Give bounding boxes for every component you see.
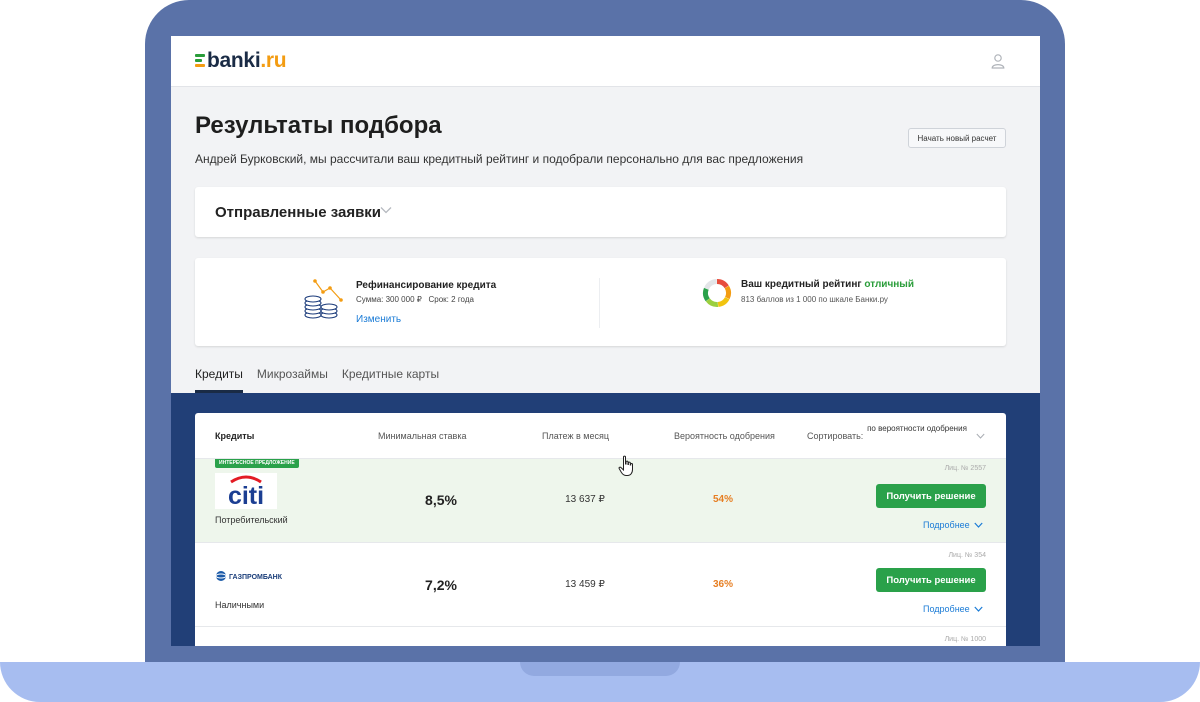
banki-logo[interactable]: banki.ru [195, 49, 287, 72]
summary-card: Рефинансирование кредита Сумма: 300 000 … [195, 258, 1006, 346]
rating-arc-segment [724, 285, 731, 300]
sent-applications-title: Отправленные заявки [215, 204, 382, 221]
tab-microloans[interactable]: Микрозаймы [257, 367, 328, 393]
product-name: Потребительский [215, 515, 288, 525]
screen: banki.ru Результаты подбора Начать новый… [171, 36, 1040, 646]
product-name: Наличными [215, 600, 265, 610]
citi-logo: citi [215, 473, 277, 509]
rating-arc-segment [717, 296, 730, 307]
offers-table: Кредиты Минимальная ставка Платеж в меся… [195, 413, 1006, 646]
chevron-down-icon [974, 606, 983, 612]
credit-rating-title: Ваш кредитный рейтинг отличный [741, 279, 914, 290]
page-subtitle: Андрей Бурковский, мы рассчитали ваш кре… [195, 152, 804, 166]
rating-arc-segment [716, 279, 729, 289]
table-row[interactable]: ИНТЕРЕСНОЕ ПРЕДЛОЖЕНИЕ citi Потребительс… [195, 459, 1006, 543]
sort-label: Сортировать: [807, 431, 864, 441]
credit-rating-detail: 813 баллов из 1 000 по шкале Банки.ру [741, 295, 888, 304]
table-row[interactable]: Лиц. № 1000 [195, 627, 1006, 646]
featured-badge: ИНТЕРЕСНОЕ ПРЕДЛОЖЕНИЕ [215, 459, 299, 468]
license-number: Лиц. № 354 [948, 552, 986, 559]
change-link[interactable]: Изменить [356, 314, 401, 325]
laptop-notch [520, 662, 680, 676]
credit-rating-donut-icon [703, 279, 731, 307]
product-tabs: Кредиты Микрозаймы Кредитные карты [195, 367, 453, 393]
user-icon[interactable] [991, 53, 1005, 69]
table-row[interactable]: ГАЗПРОМБАНК Наличными 7,2% 13 459 ₽ 36% … [195, 543, 1006, 627]
approval-probability: 36% [712, 579, 733, 590]
header-rate[interactable]: Минимальная ставка [378, 431, 466, 441]
page-title: Результаты подбора [195, 112, 442, 139]
rating-arc-segment [705, 298, 719, 307]
rate-value: 7,2% [425, 577, 457, 593]
approval-probability: 54% [712, 494, 733, 505]
details-link[interactable]: Подробнее [923, 604, 983, 614]
svg-text:ГАЗПРОМБАНК: ГАЗПРОМБАНК [229, 574, 283, 581]
sum-value: 300 000 ₽ [385, 295, 422, 304]
top-bar: banki.ru [171, 36, 1040, 87]
new-calculation-button[interactable]: Начать новый расчет [908, 128, 1006, 148]
payment-value: 13 459 ₽ [565, 579, 605, 590]
sort-select[interactable]: по вероятности одобрения [865, 423, 969, 435]
header-payment[interactable]: Платеж в месяц [542, 431, 609, 441]
license-number: Лиц. № 1000 [944, 636, 986, 643]
credit-rating-status: отличный [864, 279, 914, 290]
details-link[interactable]: Подробнее [923, 520, 983, 530]
hand-cursor-icon [618, 455, 633, 476]
get-decision-button[interactable]: Получить решение [876, 484, 986, 508]
tab-credits[interactable]: Кредиты [195, 367, 243, 393]
payment-value: 13 637 ₽ [565, 494, 605, 505]
logo-text: banki.ru [207, 49, 287, 72]
rate-value: 8,5% [425, 492, 457, 508]
term-value: 2 года [451, 295, 474, 304]
tab-credit-cards[interactable]: Кредитные карты [342, 367, 439, 393]
chevron-down-icon[interactable] [976, 433, 985, 439]
coins-chart-icon [304, 279, 343, 319]
chevron-down-icon [974, 522, 983, 528]
rating-arc-remainder [704, 279, 718, 290]
table-header: Кредиты Минимальная ставка Платеж в меся… [195, 413, 1006, 459]
refinancing-title: Рефинансирование кредита [356, 280, 497, 291]
divider [599, 278, 600, 328]
svg-text:citi: citi [228, 482, 264, 509]
logo-mark-icon [195, 52, 205, 70]
sent-applications-card[interactable]: Отправленные заявки [195, 187, 1006, 237]
chevron-down-icon[interactable] [380, 206, 392, 214]
license-number: Лиц. № 2557 [944, 465, 986, 472]
gazprombank-logo: ГАЗПРОМБАНК [215, 571, 283, 581]
header-probability[interactable]: Вероятность одобрения [674, 431, 775, 441]
rating-arc-segment [703, 287, 710, 302]
header-product: Кредиты [215, 431, 255, 441]
refinancing-params: Сумма: 300 000 ₽ Срок: 2 года [356, 295, 474, 304]
get-decision-button[interactable]: Получить решение [876, 568, 986, 592]
